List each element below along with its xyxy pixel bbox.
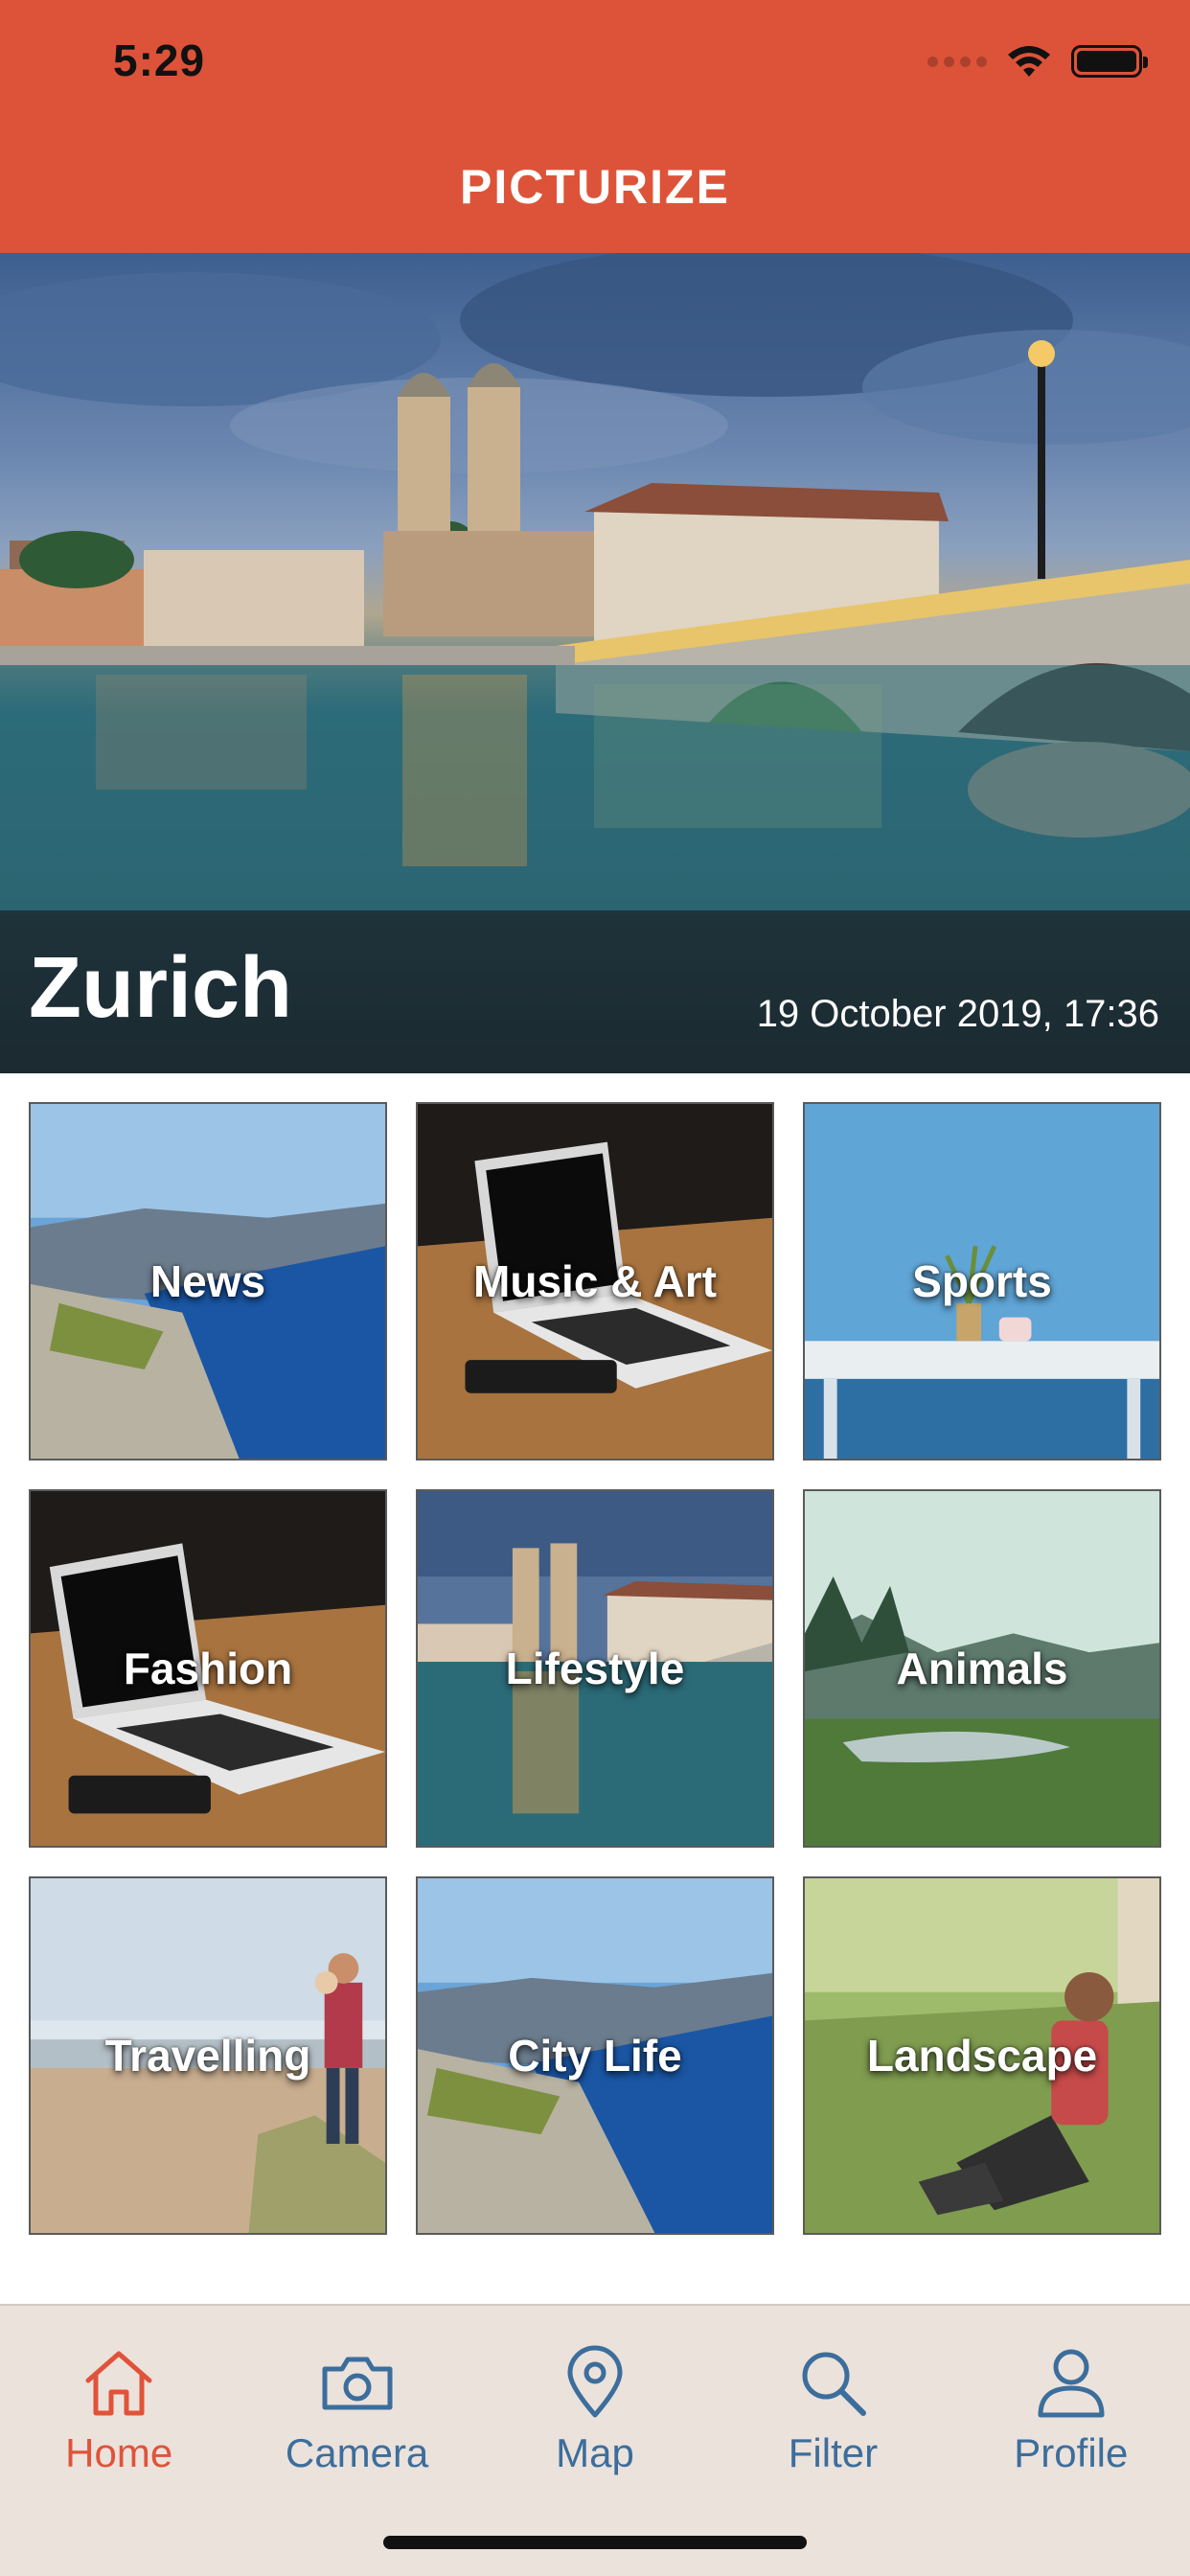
category-grid: News Music & Art Sports Fashion Lifestyl… [29, 1102, 1161, 2235]
status-icons [927, 44, 1148, 79]
camera-icon [322, 2357, 393, 2410]
search-icon [802, 2352, 867, 2416]
tab-camera[interactable]: Camera [238, 2344, 475, 2476]
home-indicator[interactable] [383, 2536, 807, 2549]
category-tile-news[interactable]: News [29, 1102, 387, 1460]
category-tile-landscape[interactable]: Landscape [803, 1876, 1161, 2235]
category-tile-travelling[interactable]: Travelling [29, 1876, 387, 2235]
map-pin-icon [567, 2345, 623, 2418]
status-time: 5:29 [113, 35, 206, 85]
category-tile-animals[interactable]: Animals [803, 1489, 1161, 1848]
tab-home[interactable]: Home [0, 2344, 238, 2476]
signal-icon [927, 56, 987, 67]
category-tile-music-art[interactable]: Music & Art [416, 1102, 774, 1460]
app-title: PICTURIZE [460, 160, 730, 214]
category-tile-lifestyle[interactable]: Lifestyle [416, 1489, 774, 1848]
tab-label: Filter [788, 2430, 879, 2475]
wifi-icon [1008, 46, 1050, 77]
category-label: Lifestyle [505, 1644, 685, 1693]
tab-label: Camera [285, 2430, 429, 2475]
category-label: Fashion [123, 1644, 293, 1693]
tab-label: Profile [1014, 2430, 1129, 2475]
category-label: News [149, 1256, 266, 1306]
hero-caption: Zurich 19 October 2019, 17:36 [0, 910, 1190, 1073]
category-label: Landscape [866, 2031, 1098, 2081]
app-header: 5:29 PICTURIZE [0, 0, 1190, 253]
tab-map[interactable]: Map [476, 2344, 714, 2476]
category-tile-sports[interactable]: Sports [803, 1102, 1161, 1460]
battery-icon [1071, 45, 1148, 78]
category-label: Sports [912, 1256, 1052, 1306]
hero-city-name: Zurich [29, 940, 293, 1036]
category-label: Travelling [104, 2031, 311, 2081]
tab-filter[interactable]: Filter [714, 2344, 951, 2476]
category-tile-fashion[interactable]: Fashion [29, 1489, 387, 1848]
category-label: City Life [508, 2031, 682, 2081]
tab-label: Map [556, 2430, 634, 2475]
tab-label: Home [65, 2430, 173, 2475]
hero-date: 19 October 2019, 17:36 [756, 993, 1159, 1035]
home-icon [85, 2351, 152, 2416]
category-label: Music & Art [473, 1256, 717, 1306]
hero-image[interactable]: Zurich 19 October 2019, 17:36 [0, 253, 1190, 1073]
person-icon [1038, 2349, 1105, 2418]
category-tile-city-life[interactable]: City Life [416, 1876, 774, 2235]
category-label: Animals [896, 1644, 1068, 1693]
tab-profile[interactable]: Profile [952, 2344, 1190, 2476]
